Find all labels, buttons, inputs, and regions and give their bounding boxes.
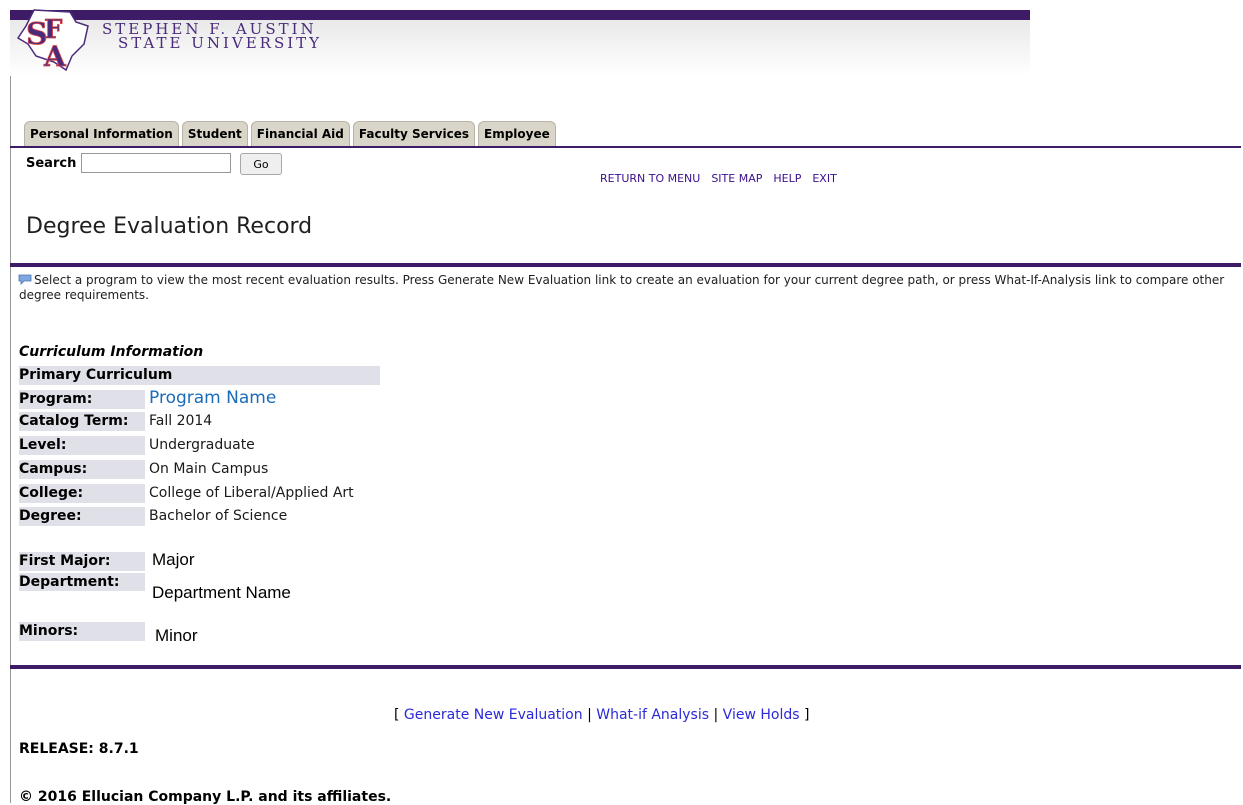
tabs-divider <box>10 146 1241 148</box>
what-if-analysis-link[interactable]: What-if Analysis <box>596 707 709 723</box>
top-navigation: RETURN TO MENU SITE MAP HELP EXIT <box>600 172 837 185</box>
page-title: Degree Evaluation Record <box>26 214 313 239</box>
degree-value: Bachelor of Science <box>149 508 288 524</box>
catalog-term-value: Fall 2014 <box>149 413 213 429</box>
college-value: College of Liberal/Applied Art <box>149 485 354 501</box>
bracket-open: [ <box>394 707 400 723</box>
first-major-label: First Major: <box>19 552 145 571</box>
return-to-menu-link[interactable]: RETURN TO MENU <box>600 172 700 185</box>
program-name-link[interactable]: Program Name <box>149 388 276 408</box>
footer-links: [ Generate New Evaluation | What-if Anal… <box>394 707 809 723</box>
department-label: Department: <box>19 573 145 591</box>
sfa-logo-icon[interactable]: S F A <box>14 4 94 72</box>
campus-value: On Main Campus <box>149 461 269 477</box>
department-value: Department Name <box>152 583 291 602</box>
tab-employee[interactable]: Employee <box>478 121 556 146</box>
separator: | <box>587 707 592 723</box>
title-divider <box>10 263 1241 267</box>
primary-curriculum-header: Primary Curriculum <box>19 366 380 385</box>
minors-value: Minor <box>155 626 198 645</box>
generate-new-evaluation-link[interactable]: Generate New Evaluation <box>404 707 583 723</box>
campus-label: Campus: <box>19 460 145 479</box>
svg-text:A: A <box>43 40 67 72</box>
exit-link[interactable]: EXIT <box>812 172 836 185</box>
first-major-value: Major <box>152 550 195 569</box>
site-map-link[interactable]: SITE MAP <box>711 172 762 185</box>
curriculum-section-title: Curriculum Information <box>19 344 204 360</box>
go-button[interactable]: Go <box>240 153 282 175</box>
search-label: Search <box>26 156 77 171</box>
help-link[interactable]: HELP <box>773 172 801 185</box>
info-instructions: Select a program to view the most recent… <box>19 273 1225 302</box>
college-label: College: <box>19 484 145 503</box>
main-tabs: Personal Information Student Financial A… <box>24 121 559 146</box>
release-version: RELEASE: 8.7.1 <box>19 741 139 757</box>
level-label: Level: <box>19 436 145 455</box>
program-label: Program: <box>19 390 145 409</box>
view-holds-link[interactable]: View Holds <box>723 707 800 723</box>
tab-faculty-services[interactable]: Faculty Services <box>352 121 475 146</box>
degree-label: Degree: <box>19 507 145 526</box>
search-input[interactable] <box>81 153 231 173</box>
separator: | <box>713 707 719 723</box>
level-value: Undergraduate <box>149 437 255 453</box>
program-value: Program Name <box>149 389 276 409</box>
tab-personal-information[interactable]: Personal Information <box>24 121 179 146</box>
content-divider <box>10 665 1241 669</box>
left-border <box>10 76 11 803</box>
university-line2: STATE UNIVERSITY <box>118 34 323 52</box>
minors-label: Minors: <box>19 622 145 641</box>
bracket-close: ] <box>803 707 810 723</box>
catalog-term-label: Catalog Term: <box>19 412 145 431</box>
tab-student[interactable]: Student <box>181 121 248 146</box>
tab-financial-aid[interactable]: Financial Aid <box>250 121 350 146</box>
university-name: STEPHEN F. AUSTIN STATE UNIVERSITY <box>102 22 323 52</box>
